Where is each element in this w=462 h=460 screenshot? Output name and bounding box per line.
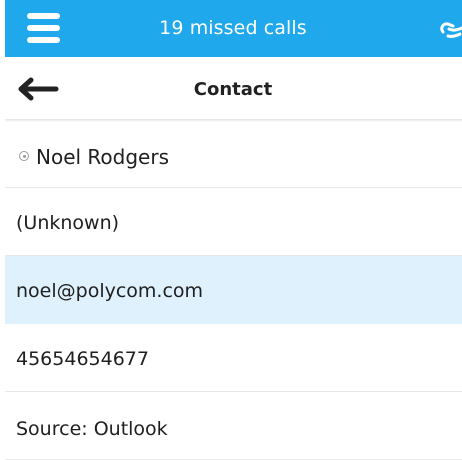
contact-name: Noel Rodgers <box>36 145 169 169</box>
contact-source-row: Source: Outlook <box>5 392 462 460</box>
contact-email: noel@polycom.com <box>16 280 204 302</box>
contact-phone-row[interactable]: 45654654677 <box>5 324 462 392</box>
missed-calls-title[interactable]: 19 missed calls <box>123 16 343 40</box>
contact-company: (Unknown) <box>16 212 120 234</box>
link-icon[interactable] <box>440 18 462 42</box>
contact-name-row: Noel Rodgers <box>5 120 462 188</box>
contact-screen: 19 missed calls Contact Noel Rodgers (Un… <box>5 0 462 460</box>
contact-email-row[interactable]: noel@polycom.com <box>5 256 462 324</box>
page-title: Contact <box>193 79 273 100</box>
back-arrow-icon[interactable] <box>17 77 59 101</box>
top-bar: 19 missed calls <box>5 0 462 57</box>
contact-company-row: (Unknown) <box>5 188 462 256</box>
contact-phone: 45654654677 <box>16 348 149 370</box>
hamburger-menu-icon[interactable] <box>27 13 60 43</box>
contact-nav-bar: Contact <box>5 57 462 120</box>
presence-status-icon <box>19 151 29 161</box>
contact-source: Source: Outlook <box>16 418 168 440</box>
